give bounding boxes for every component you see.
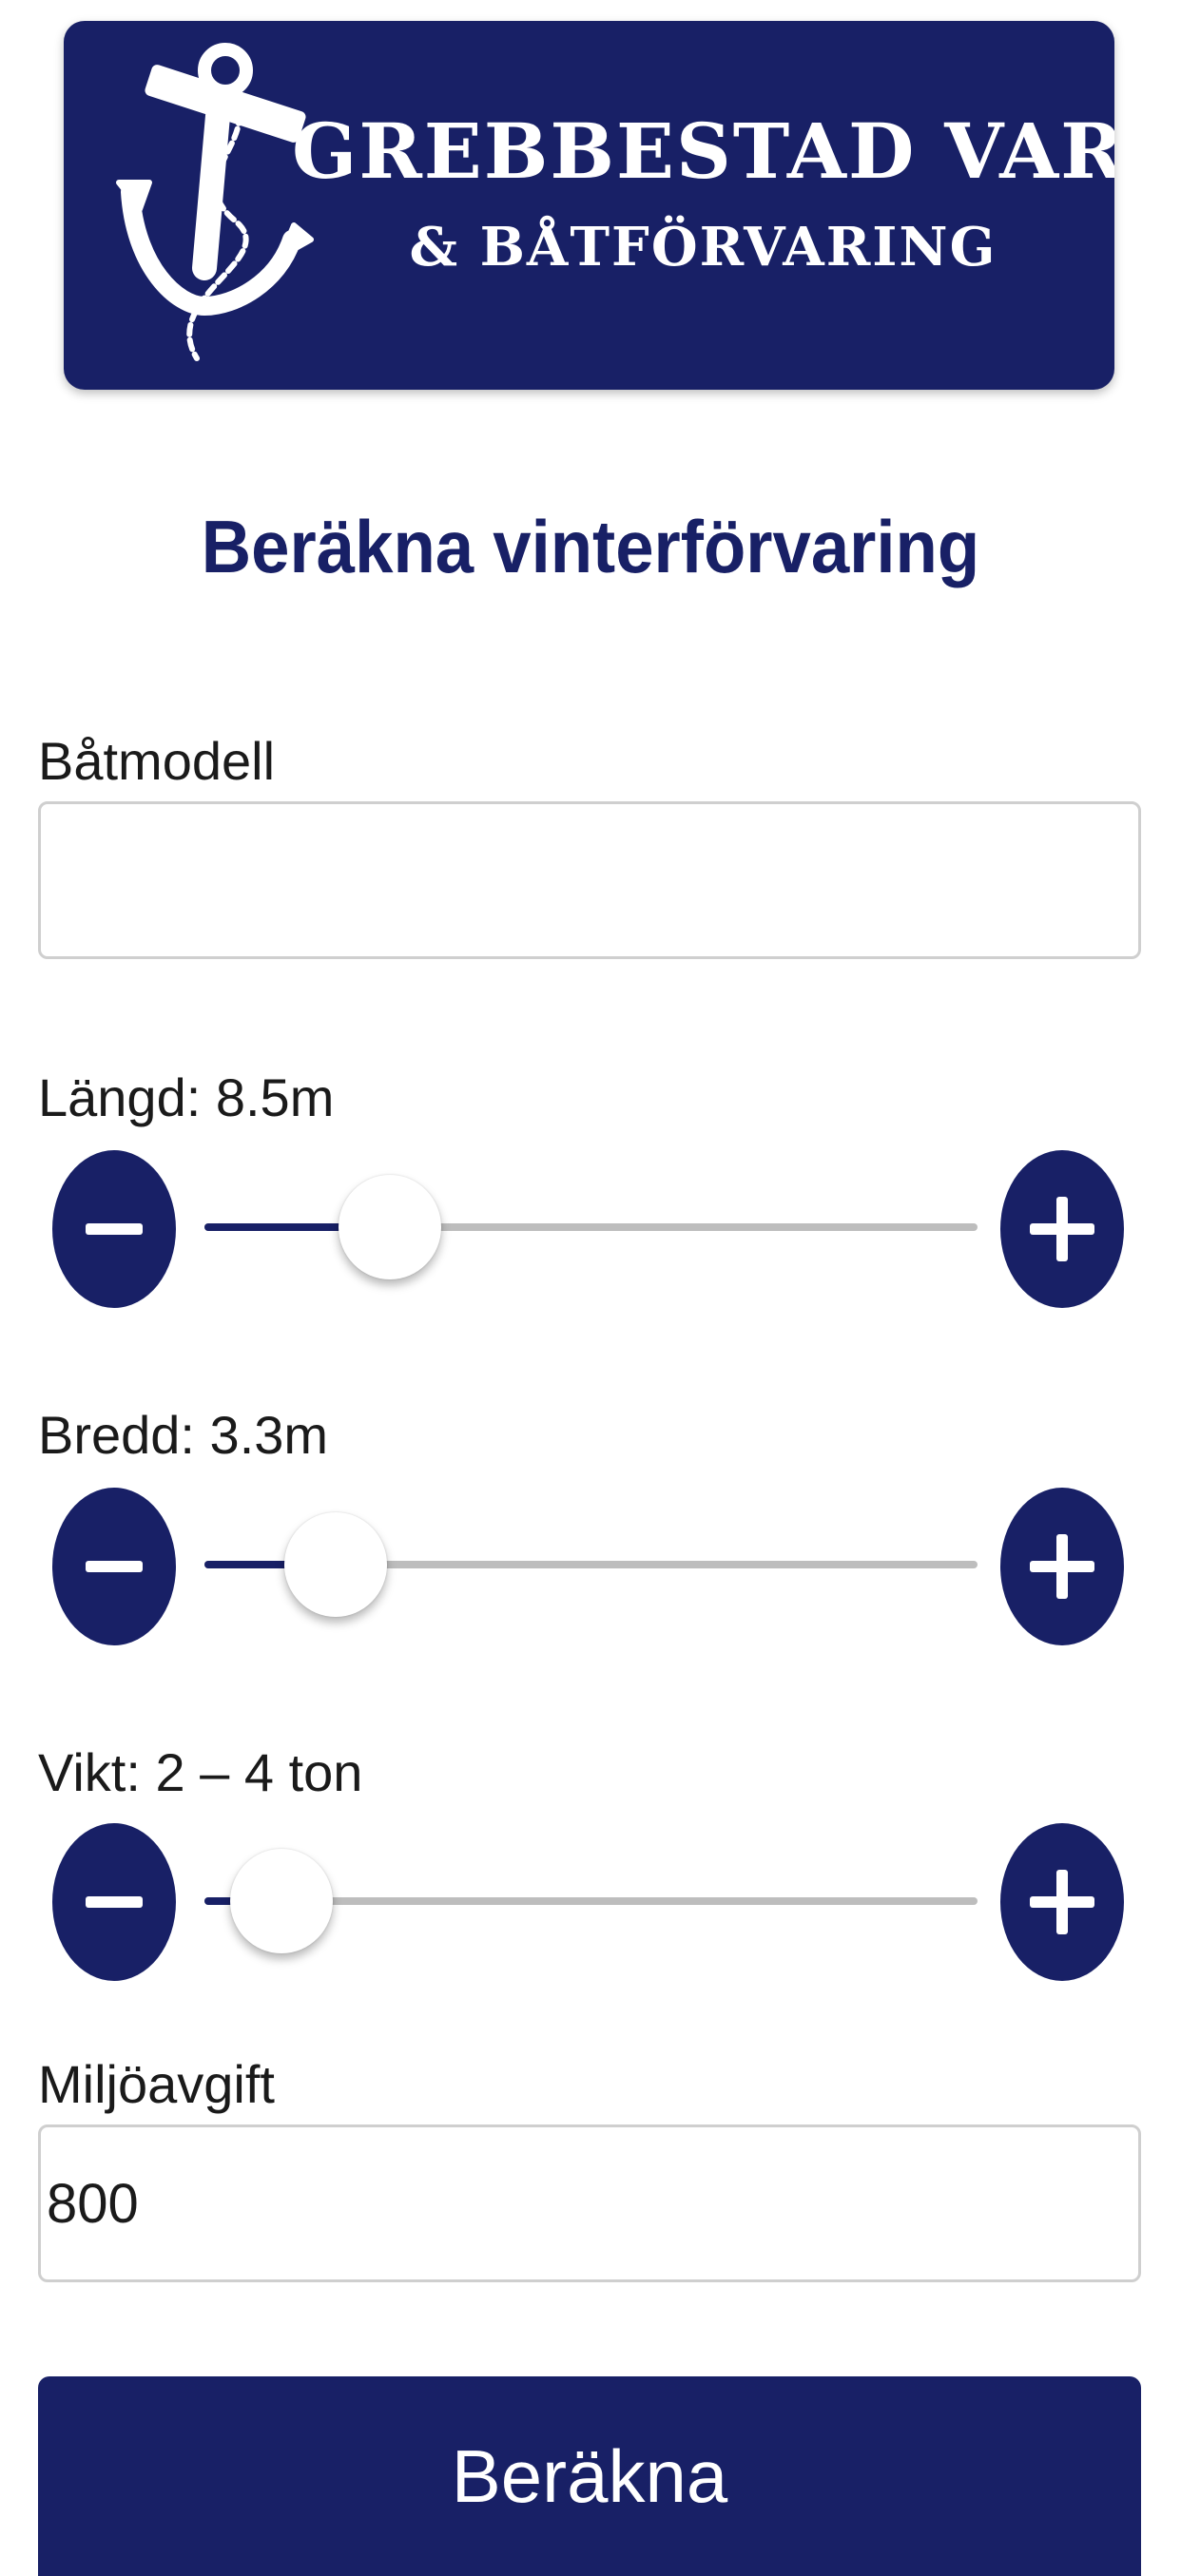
width-slider-thumb[interactable] [284,1512,388,1617]
boat-model-label: Båtmodell [38,731,276,791]
plus-icon [1030,1534,1094,1599]
width-increase-button[interactable] [1000,1488,1124,1645]
boat-model-input[interactable] [38,801,1141,959]
plus-icon [1030,1197,1094,1261]
weight-slider-thumb[interactable] [230,1849,334,1953]
width-slider[interactable] [204,1512,978,1617]
calculate-button[interactable]: Beräkna [38,2376,1141,2576]
minus-icon [86,1223,143,1235]
weight-label: Vikt: 2 – 4 ton [38,1742,363,1802]
width-decrease-button[interactable] [52,1488,176,1645]
minus-icon [86,1896,143,1908]
brand-banner: Grebbestad Varv & Båtförvaring [64,21,1114,390]
plus-icon [1030,1870,1094,1934]
length-increase-button[interactable] [1000,1150,1124,1308]
weight-slider[interactable] [204,1849,978,1953]
weight-decrease-button[interactable] [52,1823,176,1981]
length-decrease-button[interactable] [52,1150,176,1308]
weight-increase-button[interactable] [1000,1823,1124,1981]
length-slider[interactable] [204,1175,978,1279]
page-title: Beräkna vinterförvaring [201,505,980,588]
length-slider-thumb[interactable] [339,1175,442,1279]
brand-subtitle: & Båtförvaring [409,216,997,279]
env-fee-label: Miljöavgift [38,2054,275,2114]
brand-name: Grebbestad Varv [292,106,1114,196]
minus-icon [86,1561,143,1572]
env-fee-input[interactable] [38,2124,1141,2282]
anchor-icon [116,43,314,361]
width-label: Bredd: 3.3m [38,1405,329,1465]
length-label: Längd: 8.5m [38,1067,335,1127]
